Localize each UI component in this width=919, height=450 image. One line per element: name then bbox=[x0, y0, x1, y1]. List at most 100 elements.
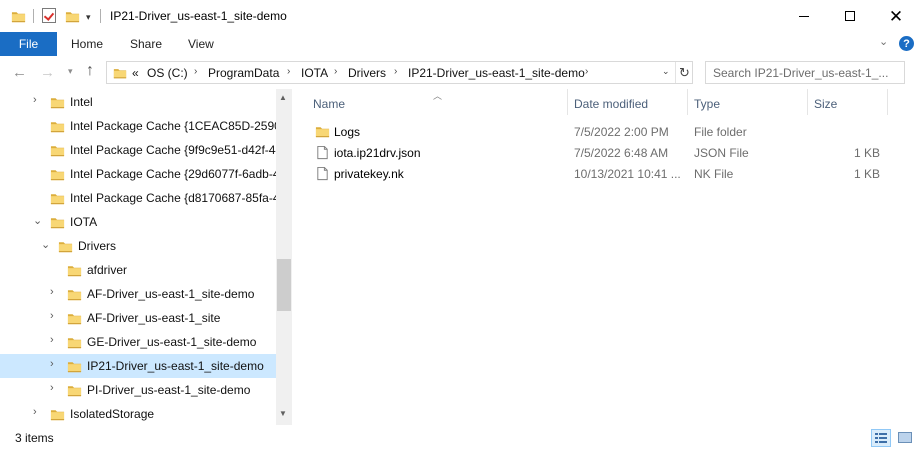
file-date-modified: 10/13/2021 10:41 ... bbox=[574, 167, 681, 181]
scrollbar-thumb[interactable] bbox=[277, 259, 291, 311]
back-arrow-icon[interactable]: ← bbox=[12, 64, 27, 81]
properties-checkmark-icon[interactable] bbox=[42, 8, 56, 23]
file-name: iota.ip21drv.json bbox=[334, 146, 421, 160]
breadcrumb-overflow[interactable]: « bbox=[132, 66, 139, 80]
breadcrumb-drivers[interactable]: Drivers bbox=[348, 66, 386, 80]
folder-icon bbox=[67, 263, 82, 281]
minimize-icon bbox=[799, 15, 809, 17]
column-header-date[interactable]: Date modified bbox=[574, 97, 648, 117]
scroll-down-icon[interactable]: ▼ bbox=[279, 409, 287, 418]
chevron-right-icon[interactable]: › bbox=[50, 310, 54, 322]
column-divider[interactable] bbox=[687, 89, 688, 115]
breadcrumb-current[interactable]: IP21-Driver_us-east-1_site-demo bbox=[408, 66, 585, 80]
column-divider[interactable] bbox=[887, 89, 888, 115]
chevron-right-icon[interactable]: › bbox=[334, 66, 337, 77]
file-size: 1 KB bbox=[853, 167, 880, 181]
chevron-right-icon[interactable]: › bbox=[50, 334, 54, 346]
folder-icon bbox=[67, 335, 82, 353]
details-view-icon[interactable] bbox=[871, 429, 891, 447]
refresh-icon[interactable]: ↻ bbox=[675, 62, 693, 83]
folder-icon bbox=[67, 311, 82, 329]
tab-file[interactable]: File bbox=[0, 32, 57, 56]
chevron-right-icon[interactable]: › bbox=[194, 66, 197, 77]
chevron-down-icon[interactable]: ⌄ bbox=[41, 238, 50, 251]
file-icon bbox=[315, 166, 330, 184]
breadcrumb-programdata[interactable]: ProgramData bbox=[208, 66, 279, 80]
chevron-right-icon[interactable]: › bbox=[50, 382, 54, 394]
chevron-right-icon[interactable]: › bbox=[287, 66, 290, 77]
close-button[interactable]: ✕ bbox=[873, 0, 919, 32]
tree-item-label: Drivers bbox=[78, 239, 116, 253]
recent-locations-icon[interactable]: ▾ bbox=[68, 66, 73, 77]
tree-item-label: Intel Package Cache {29d6077f-6adb-42 bbox=[70, 167, 287, 181]
tree-item[interactable]: › AF-Driver_us-east-1_site-demo bbox=[0, 282, 276, 306]
file-row[interactable]: privatekey.nk 10/13/2021 10:41 ... NK File… bbox=[307, 163, 887, 184]
tree-item[interactable]: ⌄ Drivers bbox=[0, 234, 276, 258]
search-box[interactable]: Search IP21-Driver_us-east-1_... bbox=[705, 61, 905, 84]
tree-item-label: IsolatedStorage bbox=[70, 407, 155, 421]
file-date-modified: 7/5/2022 6:48 AM bbox=[574, 146, 669, 160]
tree-item[interactable]: Intel Package Cache {9f9c9e51-d42f-44 bbox=[0, 138, 282, 162]
tree-item[interactable]: › AF-Driver_us-east-1_site bbox=[0, 306, 276, 330]
file-row[interactable]: iota.ip21drv.json 7/5/2022 6:48 AM JSON Fi… bbox=[307, 142, 887, 163]
folder-icon bbox=[50, 215, 65, 233]
quick-access-dropdown-icon[interactable]: ▾ bbox=[86, 12, 91, 23]
tree-item-label: PI-Driver_us-east-1_site-demo bbox=[87, 383, 251, 397]
tree-item[interactable]: Intel Package Cache {29d6077f-6adb-42 bbox=[0, 162, 286, 186]
tree-item[interactable]: Intel Package Cache {d8170687-85fa-47 bbox=[0, 186, 286, 210]
tree-item[interactable]: › IsolatedStorage bbox=[0, 402, 276, 425]
tree-item[interactable]: › IP21-Driver_us-east-1_site-demo bbox=[0, 354, 276, 378]
navigation-pane: › Intel Intel Package Cache {1CEAC85D-2590… bbox=[0, 89, 292, 425]
file-type: JSON File bbox=[694, 146, 749, 160]
file-row[interactable]: Logs 7/5/2022 2:00 PM File folder bbox=[307, 121, 887, 142]
help-icon[interactable]: ? bbox=[899, 36, 914, 51]
tree-item[interactable]: › PI-Driver_us-east-1_site-demo bbox=[0, 378, 276, 402]
column-divider[interactable] bbox=[567, 89, 568, 115]
large-icons-view-icon[interactable] bbox=[896, 429, 914, 447]
title-bar: ▾ IP21-Driver_us-east-1_site-demo ✕ bbox=[0, 0, 919, 32]
scroll-up-icon[interactable]: ▲ bbox=[279, 93, 287, 102]
folder-icon bbox=[67, 287, 82, 305]
close-icon: ✕ bbox=[888, 6, 904, 26]
address-dropdown-icon[interactable]: ⌄ bbox=[662, 66, 670, 77]
tree-item-label: GE-Driver_us-east-1_site-demo bbox=[87, 335, 257, 349]
breadcrumb-os[interactable]: OS (C:) bbox=[147, 66, 188, 80]
chevron-down-icon[interactable]: ⌄ bbox=[33, 214, 42, 227]
chevron-right-icon[interactable]: › bbox=[50, 358, 54, 370]
navigation-bar: ← → ▾ ↑ « OS (C:) › ProgramData › IOTA ›… bbox=[0, 56, 919, 89]
file-date-modified: 7/5/2022 2:00 PM bbox=[574, 125, 669, 139]
chevron-right-icon[interactable]: › bbox=[33, 406, 37, 418]
forward-arrow-icon[interactable]: → bbox=[40, 64, 55, 81]
up-arrow-icon[interactable]: ↑ bbox=[86, 62, 94, 80]
tree-item[interactable]: › GE-Driver_us-east-1_site-demo bbox=[0, 330, 276, 354]
column-header-size[interactable]: Size bbox=[814, 97, 837, 117]
search-input[interactable]: Search IP21-Driver_us-east-1_... bbox=[713, 66, 888, 80]
folder-icon bbox=[58, 239, 73, 257]
column-header-name[interactable]: Name bbox=[313, 97, 345, 117]
breadcrumb-iota[interactable]: IOTA bbox=[301, 66, 328, 80]
address-bar[interactable]: « OS (C:) › ProgramData › IOTA › Drivers… bbox=[106, 61, 693, 84]
expand-ribbon-icon[interactable]: ⌄ bbox=[879, 35, 888, 48]
minimize-button[interactable] bbox=[781, 0, 827, 32]
folder-icon bbox=[50, 143, 65, 161]
chevron-right-icon[interactable]: › bbox=[394, 66, 397, 77]
ribbon-tabs: File Home Share View ⌄ ? bbox=[0, 32, 919, 56]
tab-view[interactable]: View bbox=[188, 37, 214, 51]
file-size: 1 KB bbox=[853, 146, 880, 160]
column-header-type[interactable]: Type bbox=[694, 97, 720, 117]
file-list: ︿ Name Date modified Type Size Logs 7/5/2… bbox=[292, 89, 919, 425]
tree-item[interactable]: Intel Package Cache {1CEAC85D-2590-4 bbox=[0, 114, 291, 138]
tree-item[interactable]: afdriver bbox=[0, 258, 276, 282]
tab-share[interactable]: Share bbox=[130, 37, 162, 51]
chevron-right-icon[interactable]: › bbox=[50, 286, 54, 298]
chevron-right-icon[interactable]: › bbox=[585, 66, 588, 77]
tree-scrollbar[interactable]: ▲ ▼ bbox=[276, 89, 292, 425]
tree-item[interactable]: › Intel bbox=[0, 90, 276, 114]
tree-item[interactable]: ⌄ IOTA bbox=[0, 210, 276, 234]
tab-home[interactable]: Home bbox=[71, 37, 103, 51]
file-name: Logs bbox=[334, 125, 361, 139]
chevron-right-icon[interactable]: › bbox=[33, 94, 37, 106]
column-divider[interactable] bbox=[807, 89, 808, 115]
maximize-button[interactable] bbox=[827, 0, 873, 32]
new-folder-icon[interactable] bbox=[65, 9, 80, 27]
